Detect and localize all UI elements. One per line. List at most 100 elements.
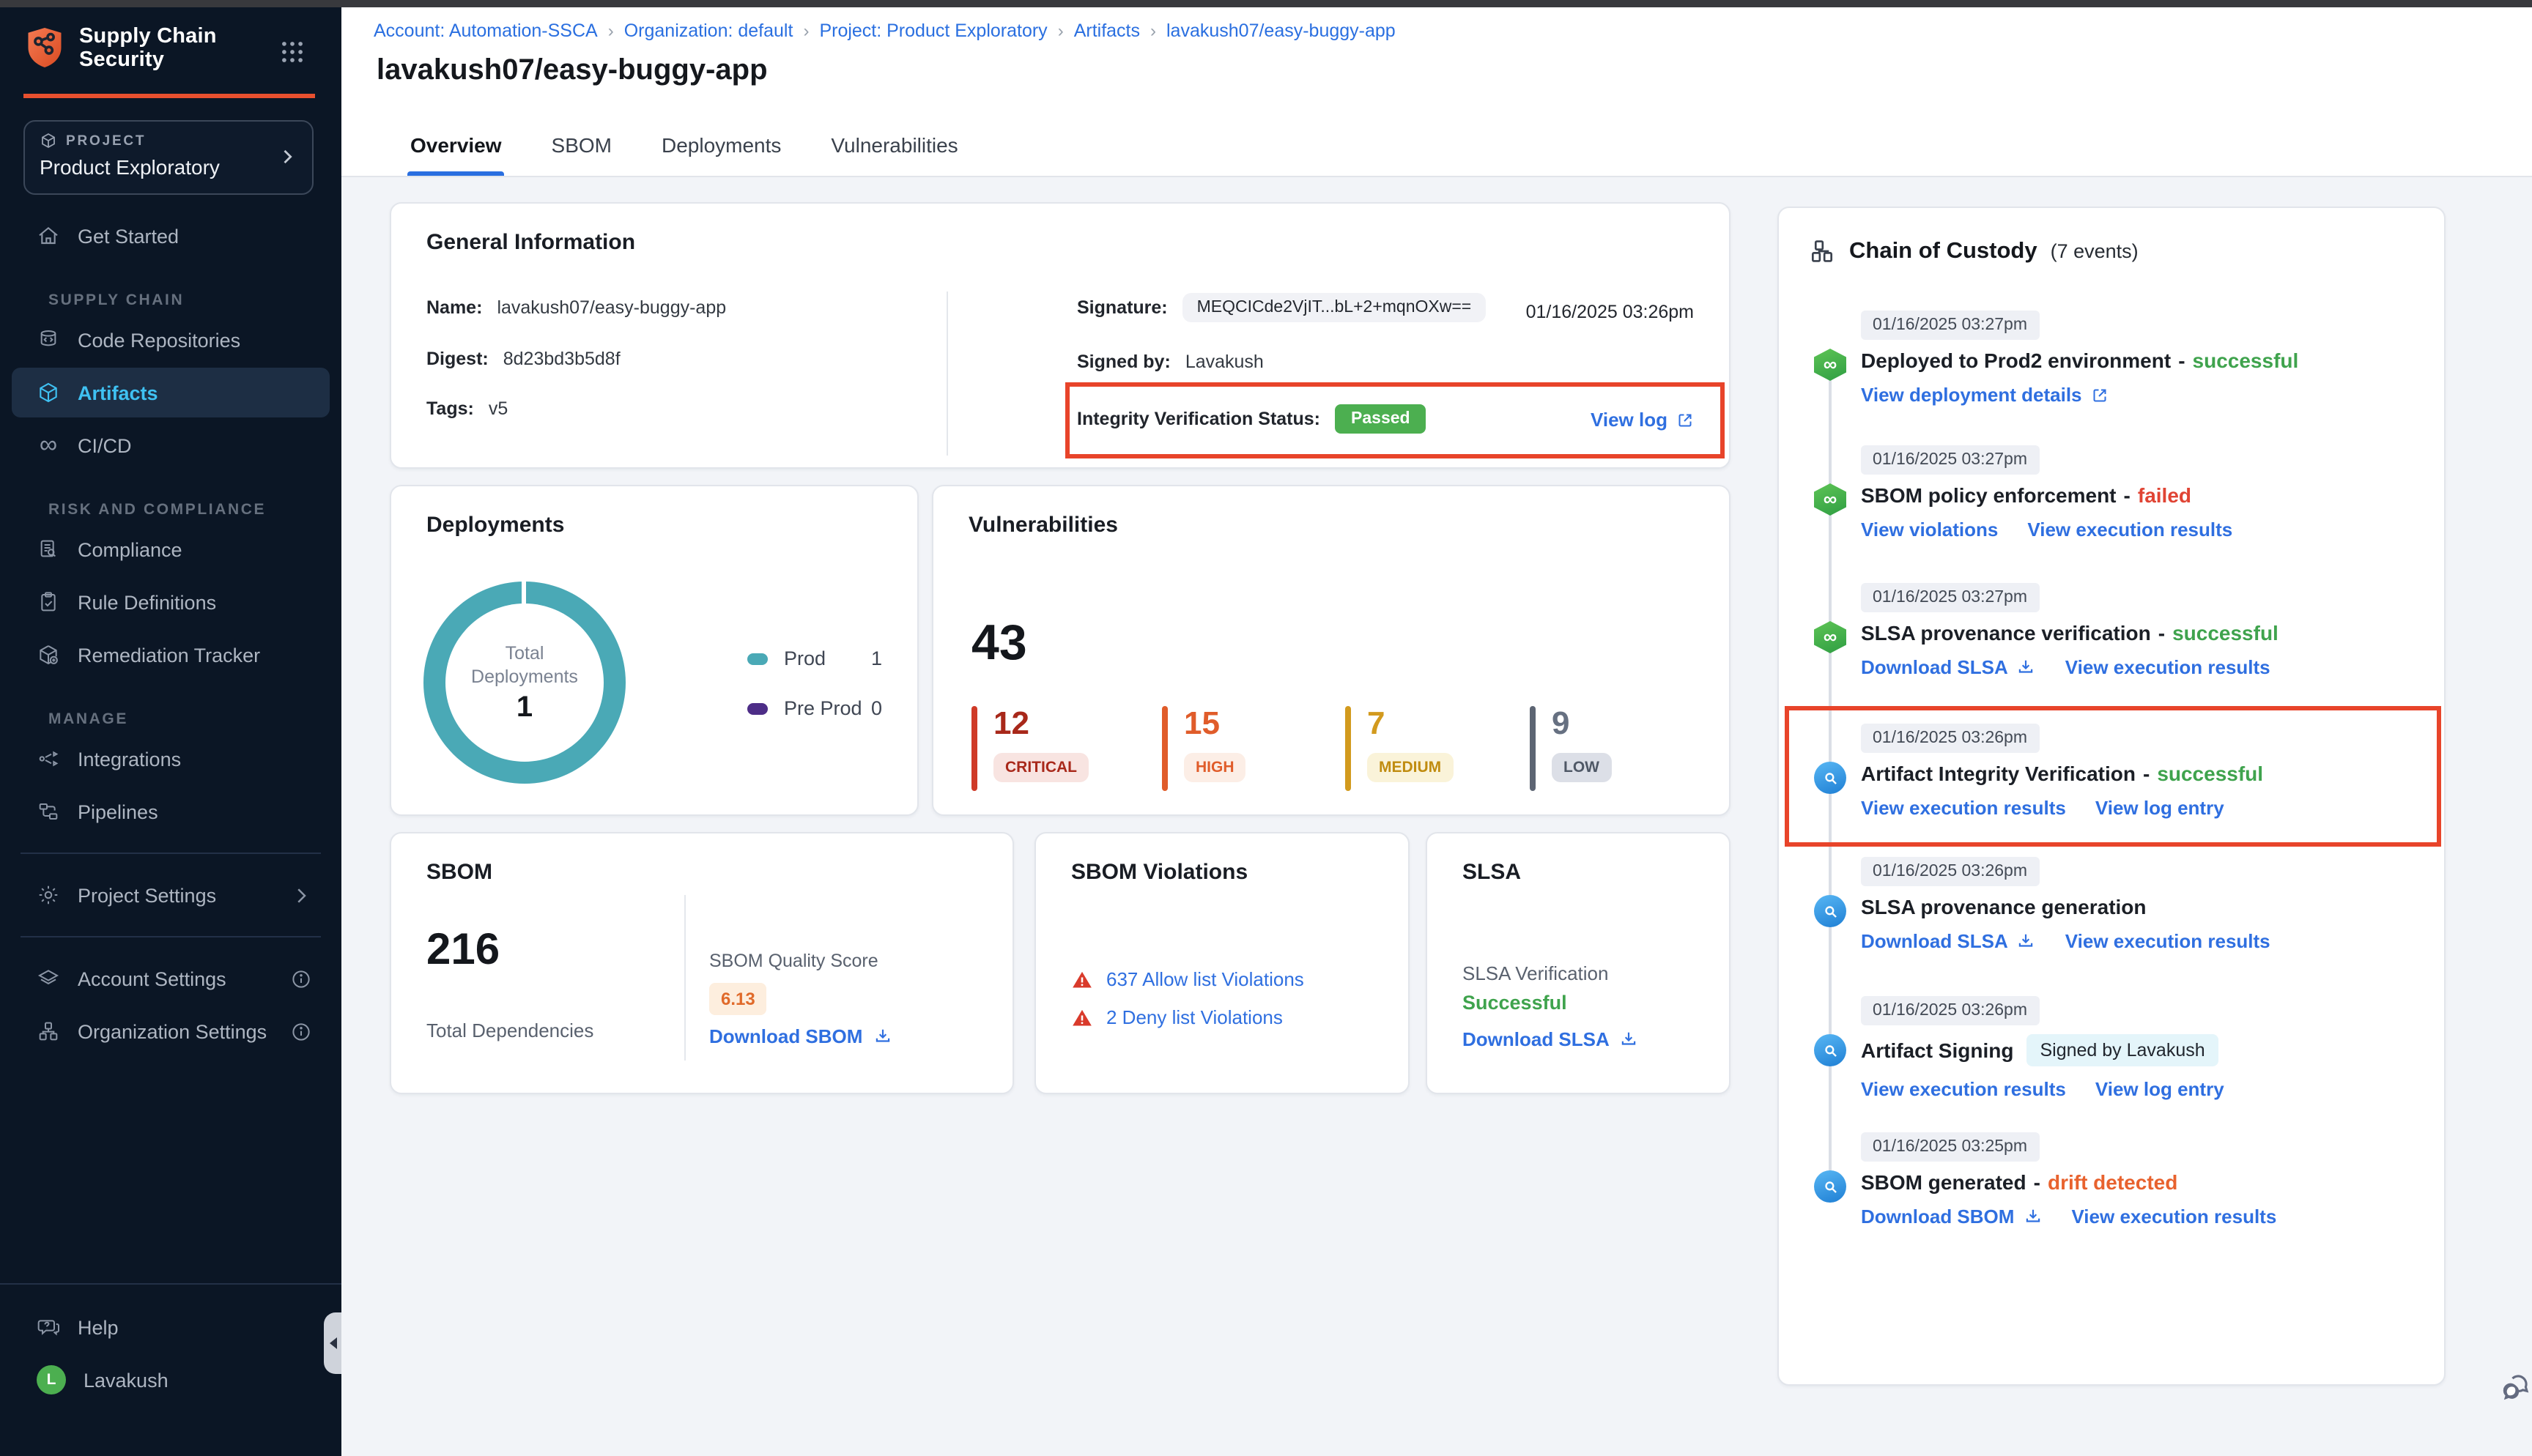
help-chat-icon — [37, 1315, 60, 1339]
download-icon — [2023, 1207, 2042, 1226]
legend-count: 1 — [871, 647, 882, 669]
view-execution-results-link[interactable]: View execution results — [2071, 1206, 2276, 1227]
sidebar-item-cicd[interactable]: CI/CD — [12, 420, 330, 470]
tab-vulnerabilities[interactable]: Vulnerabilities — [828, 119, 960, 176]
brand-divider — [23, 94, 315, 98]
app-grid-icon[interactable] — [278, 38, 306, 66]
view-log-entry-link[interactable]: View log entry — [2095, 1078, 2224, 1100]
sidebar-item-rule-definitions[interactable]: Rule Definitions — [12, 577, 330, 627]
breadcrumb-separator: › — [1058, 21, 1064, 41]
view-log-entry-link[interactable]: View log entry — [2095, 797, 2224, 819]
view-violations-link[interactable]: View violations — [1861, 519, 1998, 541]
coc-event-artifact-signing: 01/16/2025 03:26pm Artifact SigningSigne… — [1814, 996, 2424, 1100]
download-icon — [2017, 658, 2036, 677]
sidebar-item-project-settings[interactable]: Project Settings — [12, 870, 330, 920]
deployments-card: Deployments Total Deployments 1 Prod 1 — [390, 485, 919, 816]
event-title: SBOM policy enforcement — [1861, 483, 2117, 507]
sidebar-collapse-handle[interactable] — [324, 1312, 341, 1374]
app-window: Supply Chain Security PROJECT Product Ex… — [0, 0, 2532, 1456]
vulnerabilities-total: 43 — [971, 615, 1027, 672]
chain-of-custody-card: Chain of Custody (7 events) 01/16/2025 0… — [1777, 207, 2446, 1386]
project-selector[interactable]: PROJECT Product Exploratory — [23, 120, 314, 195]
integrity-status-row: Integrity Verification Status: Passed — [1077, 404, 1426, 434]
event-separator: - — [2178, 349, 2185, 372]
download-slsa-link[interactable]: Download SLSA — [1861, 930, 2036, 952]
card-title: Chain of Custody — [1849, 238, 2037, 264]
vertical-divider — [684, 895, 686, 1061]
breadcrumb-project[interactable]: Project: Product Exploratory — [819, 21, 1047, 41]
view-execution-results-link[interactable]: View execution results — [2065, 656, 2270, 678]
view-execution-results-link[interactable]: View execution results — [1861, 1078, 2066, 1100]
view-deployment-details-link[interactable]: View deployment details — [1861, 384, 2109, 406]
allow-list-violations-link[interactable]: 637 Allow list Violations — [1071, 968, 1304, 990]
breadcrumb-artifacts[interactable]: Artifacts — [1074, 21, 1140, 41]
org-gear-icon — [37, 1019, 60, 1043]
sidebar-item-get-started[interactable]: Get Started — [12, 211, 330, 261]
legend-label: Pre Prod — [784, 697, 862, 719]
artifact-tags: v5 — [489, 398, 508, 419]
sidebar-item-compliance[interactable]: Compliance — [12, 524, 330, 574]
download-slsa-link[interactable]: Download SLSA — [1462, 1028, 1639, 1050]
pipeline-icon — [37, 800, 60, 823]
sidebar-item-organization-settings[interactable]: Organization Settings — [12, 1006, 330, 1056]
signature-row: Signature: MEQCICde2VjIT...bL+2+mqnOXw== — [1077, 293, 1486, 322]
severity-medium: 7 MEDIUM — [1345, 706, 1453, 791]
severity-bar — [1162, 706, 1168, 791]
view-execution-results-link[interactable]: View execution results — [1861, 797, 2066, 819]
download-icon — [1620, 1030, 1639, 1049]
name-row: Name: lavakush07/easy-buggy-app — [426, 297, 726, 318]
sidebar-item-label: Help — [78, 1316, 119, 1338]
breadcrumb-separator: › — [1150, 21, 1156, 41]
clipboard-check-icon — [37, 590, 60, 614]
slsa-verification-label: SLSA Verification — [1462, 962, 1608, 984]
sidebar-item-label: Rule Definitions — [78, 591, 216, 613]
breadcrumb-account[interactable]: Account: Automation-SSCA — [374, 21, 598, 41]
severity-bar — [1345, 706, 1351, 791]
severity-count: 15 — [1184, 706, 1246, 741]
view-execution-results-link[interactable]: View execution results — [2027, 519, 2232, 541]
severity-count: 7 — [1367, 706, 1453, 741]
shield-logo-icon — [25, 25, 64, 70]
sidebar-item-pipelines[interactable]: Pipelines — [12, 787, 330, 836]
sidebar-item-help[interactable]: Help — [12, 1302, 330, 1352]
event-timestamp: 01/16/2025 03:26pm — [1861, 857, 2039, 886]
breadcrumb-current[interactable]: lavakush07/easy-buggy-app — [1166, 21, 1396, 41]
chat-bubbles-icon[interactable] — [2500, 1371, 2532, 1403]
view-execution-results-link[interactable]: View execution results — [2065, 930, 2270, 952]
sidebar-item-remediation-tracker[interactable]: Remediation Tracker — [12, 630, 330, 680]
sidebar-user-row[interactable]: L Lavakush — [12, 1355, 330, 1405]
breadcrumb-organization[interactable]: Organization: default — [624, 21, 793, 41]
download-sbom-link[interactable]: Download SBOM — [709, 1025, 892, 1047]
sidebar-item-artifacts[interactable]: Artifacts — [12, 368, 330, 417]
sidebar-item-code-repositories[interactable]: Code Repositories — [12, 315, 330, 365]
external-link-icon — [2091, 386, 2109, 404]
deny-list-violations-link[interactable]: 2 Deny list Violations — [1071, 1006, 1283, 1028]
download-slsa-link[interactable]: Download SLSA — [1861, 656, 2036, 678]
tab-deployments[interactable]: Deployments — [659, 119, 784, 176]
view-log-link[interactable]: View log — [1591, 409, 1694, 431]
general-information-card: General Information Name: lavakush07/eas… — [390, 202, 1730, 469]
info-icon[interactable] — [290, 967, 312, 989]
download-sbom-link[interactable]: Download SBOM — [1861, 1206, 2042, 1227]
event-timestamp: 01/16/2025 03:26pm — [1861, 724, 2039, 753]
donut-total-value: 1 — [517, 691, 533, 724]
sidebar-item-integrations[interactable]: Integrations — [12, 734, 330, 784]
coc-event-artifact-integrity: 01/16/2025 03:26pm Artifact Integrity Ve… — [1814, 724, 2424, 819]
donut-center-label: Total — [506, 641, 544, 664]
cube-icon — [37, 381, 60, 404]
tab-sbom[interactable]: SBOM — [549, 119, 615, 176]
event-status: successful — [2193, 349, 2299, 372]
scan-event-icon — [1814, 762, 1846, 794]
event-timestamp: 01/16/2025 03:27pm — [1861, 583, 2039, 612]
signature-value-chip[interactable]: MEQCICde2VjIT...bL+2+mqnOXw== — [1182, 293, 1487, 322]
signed-by-row: Signed by: Lavakush — [1077, 352, 1264, 372]
tags-label: Tags: — [426, 398, 474, 419]
event-separator: - — [2143, 762, 2150, 785]
event-timestamp: 01/16/2025 03:27pm — [1861, 311, 2039, 340]
sidebar-item-account-settings[interactable]: Account Settings — [12, 954, 330, 1003]
tab-overview[interactable]: Overview — [407, 119, 505, 176]
download-icon — [873, 1027, 892, 1046]
info-icon[interactable] — [290, 1020, 312, 1042]
sidebar-item-label: Integrations — [78, 748, 181, 770]
event-title: Artifact Signing — [1861, 1039, 2013, 1062]
